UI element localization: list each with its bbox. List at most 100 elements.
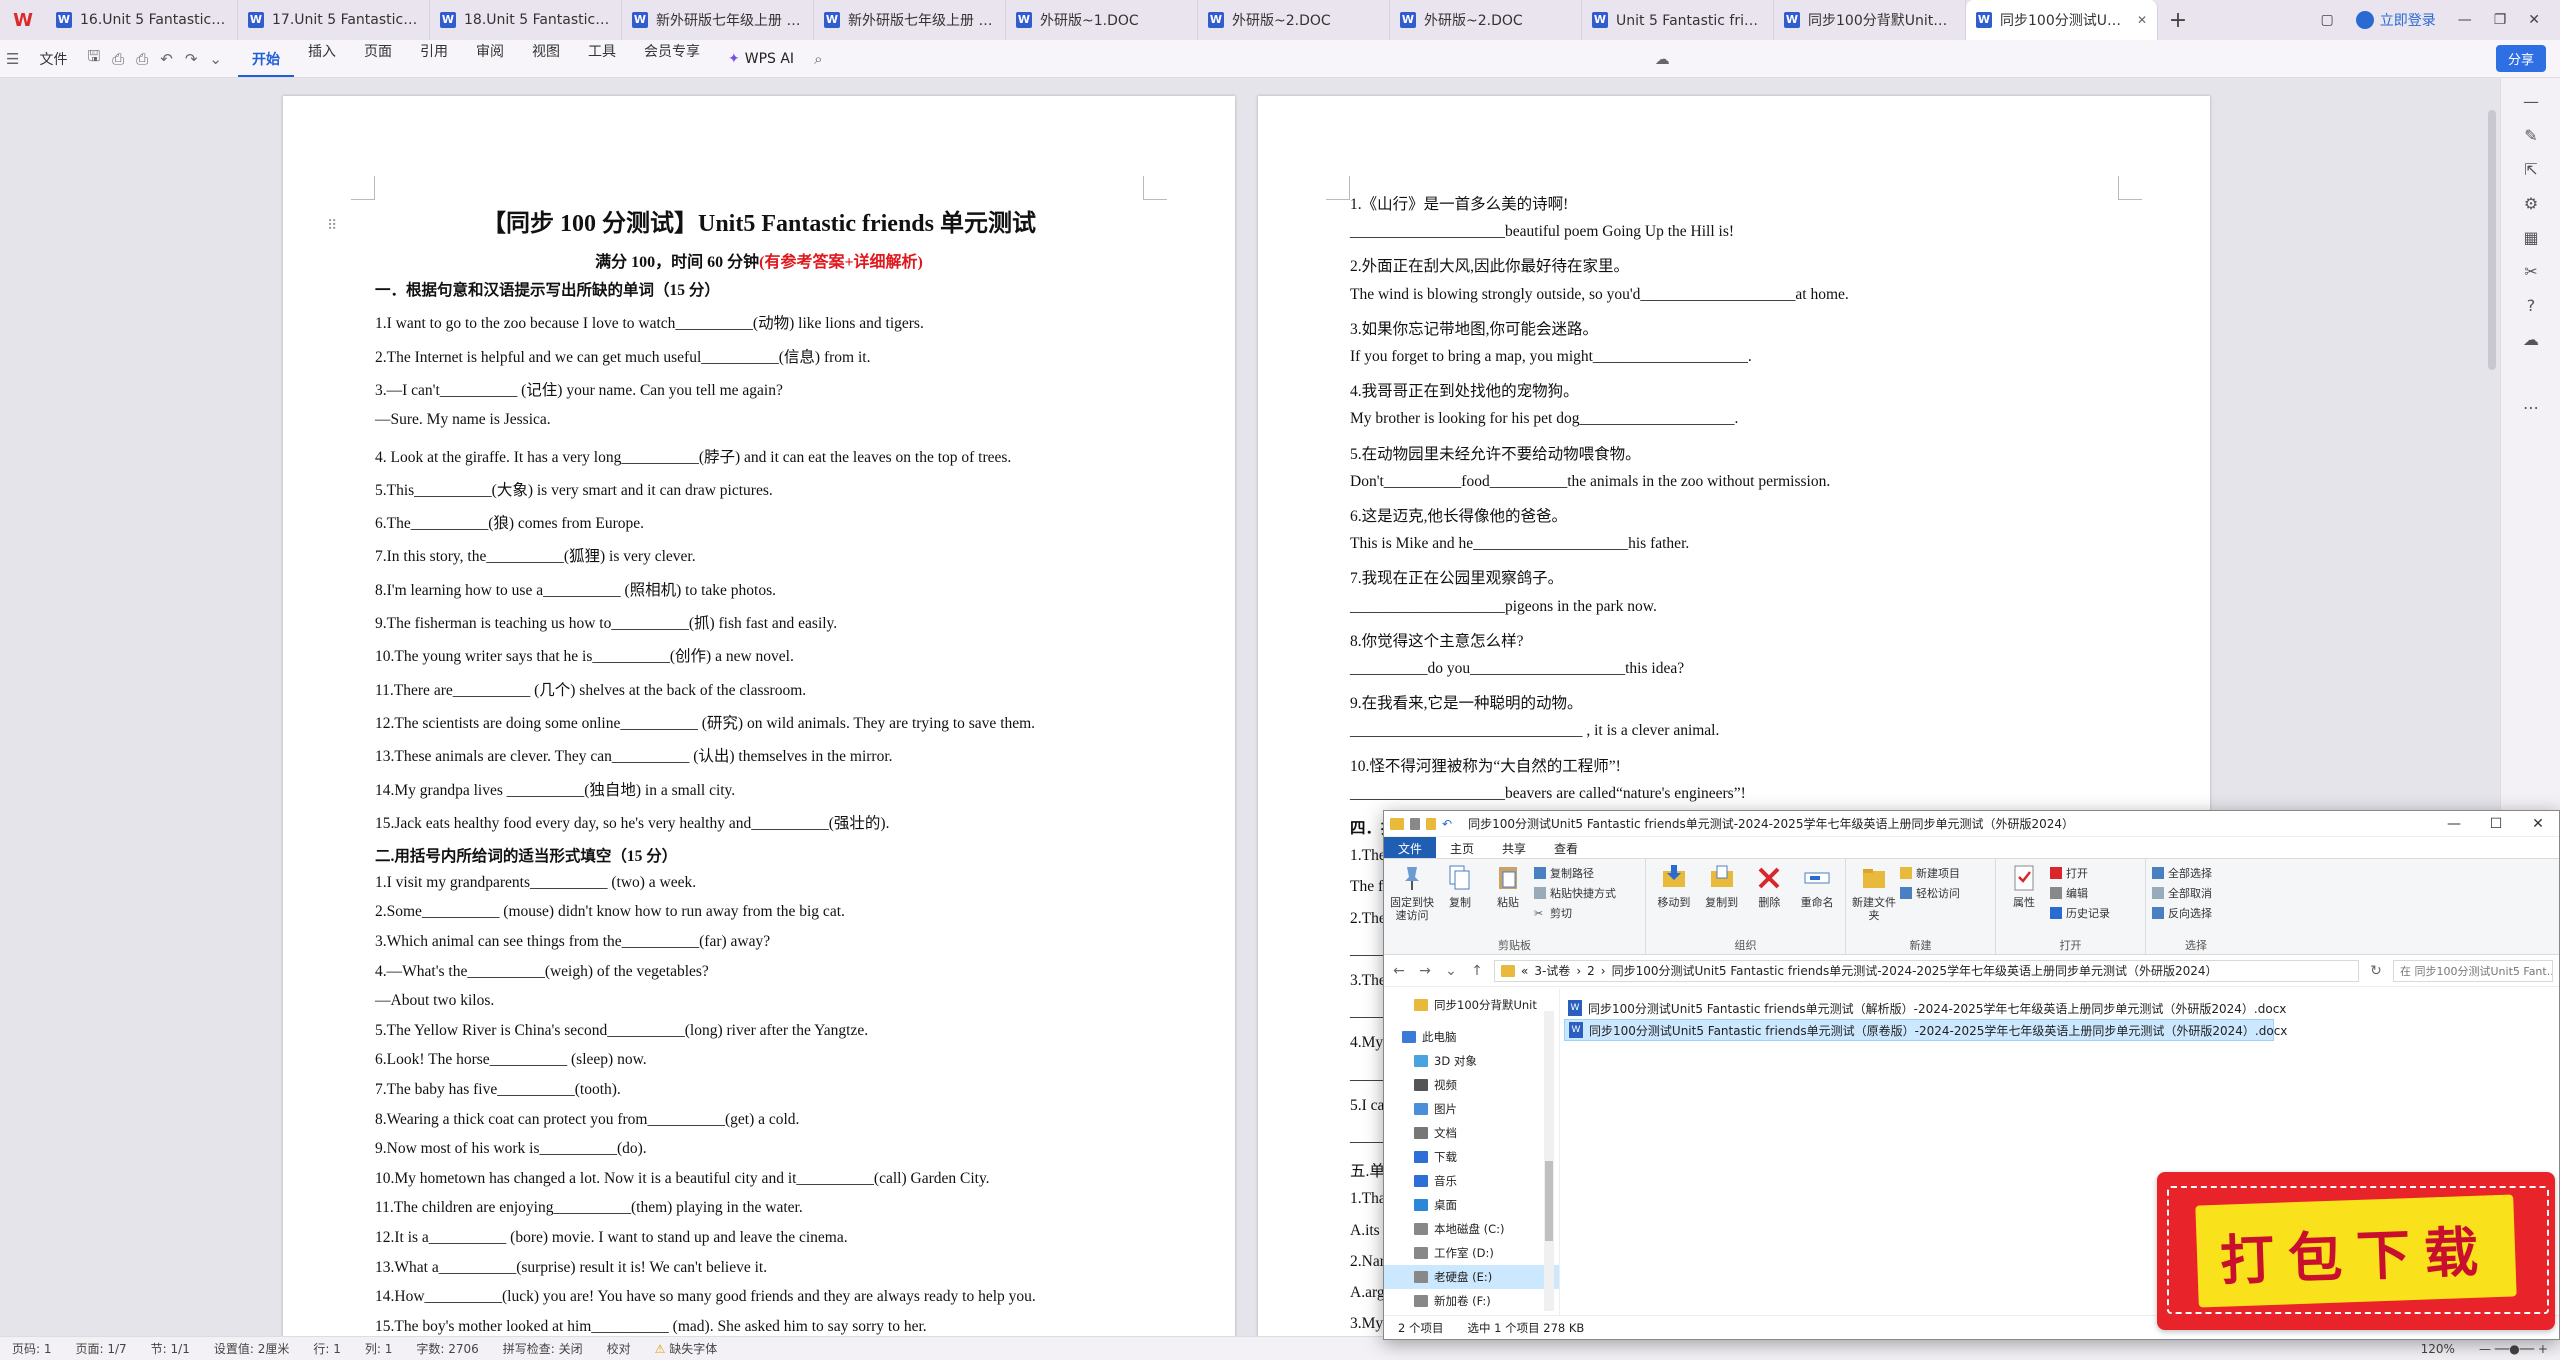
status-item[interactable]: 页面: 1/7 [64, 1340, 139, 1357]
history-button[interactable]: 历史记录 [2050, 905, 2110, 921]
document-tab[interactable]: W 17.Unit 5 Fantastic friends [238, 0, 430, 40]
nav-scrollbar-thumb[interactable] [1545, 1161, 1553, 1241]
zoom-slider[interactable]: — ──●── + [2467, 1342, 2560, 1356]
address-bar[interactable]: « 3-试卷 › 2 › 同步100分测试Unit5 Fantastic frien… [1494, 959, 2359, 982]
ribbon-tab[interactable]: 会员专享 [630, 41, 714, 77]
wps-logo-icon[interactable]: W [0, 0, 46, 40]
nav-item[interactable]: 此电脑 [1384, 1025, 1559, 1049]
ribbon-tab[interactable]: 插入 [294, 41, 350, 77]
properties-icon[interactable] [1410, 817, 1420, 830]
breadcrumb-item[interactable]: 同步100分测试Unit5 Fantastic friends单元测试-2024… [1612, 962, 2218, 979]
document-tab[interactable]: W 新外研版七年级上册 Unit 5 [814, 0, 1006, 40]
nav-item[interactable]: 下载 [1384, 1145, 1559, 1169]
nav-item[interactable]: 同步100分背默Unit [1384, 993, 1559, 1017]
breadcrumb-item[interactable]: 3-试卷 [1534, 962, 1570, 979]
select-none-button[interactable]: 全部取消 [2152, 885, 2212, 901]
status-item[interactable]: 设置值: 2厘米 [202, 1340, 302, 1357]
edit-button[interactable]: 编辑 [2050, 885, 2110, 901]
minimize-icon[interactable]: — [2433, 816, 2475, 832]
breadcrumb-item[interactable]: 2 [1587, 964, 1595, 978]
share-button[interactable]: 分享 [2495, 45, 2546, 72]
search-icon[interactable]: ⌕ [808, 50, 828, 68]
undo-icon[interactable]: ↶ [1442, 817, 1452, 831]
bundle-download-badge[interactable]: 打包下载 [2157, 1172, 2555, 1330]
redo-icon[interactable]: ↷ [179, 50, 204, 68]
window-layout-icon[interactable]: ▢ [2320, 12, 2333, 28]
nav-item[interactable]: 老硬盘 (E:) [1384, 1265, 1559, 1289]
document-tab[interactable]: W 外研版~1.DOC [1006, 0, 1198, 40]
status-item[interactable]: 校对 [595, 1340, 643, 1357]
ribbon-tab[interactable]: 开始 [238, 41, 294, 77]
status-item[interactable]: 字数: 2706 [404, 1340, 490, 1357]
breadcrumb-overflow-icon[interactable]: « [1521, 964, 1528, 978]
nav-item[interactable]: 新加卷 (F:) [1384, 1289, 1559, 1313]
nav-item[interactable]: 文档 [1384, 1121, 1559, 1145]
more-icon[interactable]: ⋯ [2521, 398, 2541, 418]
search-input[interactable]: 在 同步100分测试Unit5 Fant... [2393, 959, 2553, 982]
nav-scrollbar[interactable] [1544, 1011, 1554, 1311]
login-button[interactable]: 立即登录 [2355, 10, 2436, 30]
layout-icon[interactable]: ▦ [2521, 228, 2541, 248]
document-tab[interactable]: W 同步100分背默Unit5 Fanta [1774, 0, 1966, 40]
undo-icon[interactable]: ↶ [154, 50, 179, 68]
cut-button[interactable]: ✂ 剪切 [1534, 905, 1616, 921]
ribbon-tab[interactable]: 审阅 [462, 41, 518, 77]
explorer-ribbon-tab[interactable]: 查看 [1540, 837, 1592, 858]
nav-item[interactable]: 视频 [1384, 1073, 1559, 1097]
tab-close-icon[interactable]: ✕ [2137, 13, 2147, 27]
select-cursor-icon[interactable]: ⇱ [2521, 160, 2541, 180]
restore-icon[interactable]: ❐ [2494, 12, 2507, 28]
explorer-ribbon-tab[interactable]: 共享 [1488, 837, 1540, 858]
document-tab[interactable]: W 外研版~2.DOC [1390, 0, 1582, 40]
status-item[interactable]: 页码: 1 [0, 1340, 64, 1357]
tools-icon[interactable]: ✂ [2521, 262, 2541, 282]
wps-ai-button[interactable]: ✦ WPS AI [714, 51, 808, 67]
help-icon[interactable]: ? [2521, 296, 2541, 316]
hamburger-icon[interactable]: ☰ [0, 50, 25, 68]
close-icon[interactable]: ✕ [2517, 816, 2559, 832]
ribbon-tab[interactable]: 工具 [574, 41, 630, 77]
document-tab[interactable]: W 18.Unit 5 Fantastic frien [430, 0, 622, 40]
new-item-button[interactable]: 新建项目 [1900, 865, 1960, 881]
nav-item[interactable]: 工作室 (D:) [1384, 1241, 1559, 1265]
status-item[interactable]: 拼写检查: 关闭 [491, 1340, 595, 1357]
vertical-scrollbar[interactable] [2488, 110, 2496, 370]
document-tab[interactable]: W 同步100分测试Unit5 ✕ [1966, 0, 2158, 40]
nav-item[interactable]: 音乐 [1384, 1169, 1559, 1193]
save-icon[interactable]: 🖫 [81, 46, 106, 71]
easy-access-button[interactable]: 轻松访问 [1900, 885, 1960, 901]
document-tab[interactable]: W 16.Unit 5 Fantastic friends [46, 0, 238, 40]
ribbon-tab[interactable]: 视图 [518, 41, 574, 77]
maximize-icon[interactable]: ☐ [2475, 816, 2517, 832]
back-icon[interactable]: ← [1390, 963, 1408, 979]
forward-icon[interactable]: → [1416, 963, 1434, 979]
collapse-icon[interactable]: — [2521, 92, 2541, 112]
minimize-icon[interactable]: — [2458, 12, 2472, 28]
up-icon[interactable]: ↑ [1468, 963, 1486, 979]
copy-path-button[interactable]: 复制路径 [1534, 865, 1616, 881]
nav-item[interactable]: 图片 [1384, 1097, 1559, 1121]
print-icon[interactable]: ⎙ [130, 50, 154, 68]
select-all-button[interactable]: 全部选择 [2152, 865, 2212, 881]
invert-selection-button[interactable]: 反向选择 [2152, 905, 2212, 921]
paste-shortcut-button[interactable]: 粘贴快捷方式 [1534, 885, 1616, 901]
quick-access-more-icon[interactable]: ⌄ [203, 50, 228, 68]
cloud-icon[interactable]: ☁ [2521, 330, 2541, 350]
zoom-level[interactable]: 120% [2409, 1342, 2467, 1356]
new-folder-icon[interactable] [1426, 817, 1436, 830]
explorer-ribbon-tab[interactable]: 文件 [1384, 837, 1437, 858]
refresh-icon[interactable]: ↻ [2367, 963, 2385, 979]
ribbon-tab[interactable]: 引用 [406, 41, 462, 77]
nav-item[interactable]: 本地磁盘 (C:) [1384, 1217, 1559, 1241]
status-item[interactable]: 节: 1/1 [139, 1340, 202, 1357]
status-item[interactable]: 行: 1 [301, 1340, 353, 1357]
ribbon-tab[interactable]: 页面 [350, 41, 406, 77]
edit-pen-icon[interactable]: ✎ [2521, 126, 2541, 146]
adjust-icon[interactable]: ⚙ [2521, 194, 2541, 214]
recent-dropdown-icon[interactable]: ⌄ [1442, 963, 1460, 979]
document-page-1[interactable]: ⠿ 【同步 100 分测试】Unit5 Fantastic friends 单元… [283, 96, 1235, 1356]
explorer-ribbon-tab[interactable]: 主页 [1436, 837, 1488, 858]
document-tab[interactable]: W 新外研版七年级上册 Unit 5 [622, 0, 814, 40]
file-row[interactable]: W 同步100分测试Unit5 Fantastic friends单元测试（解析版… [1564, 997, 2544, 1019]
document-tab[interactable]: W 外研版~2.DOC [1198, 0, 1390, 40]
